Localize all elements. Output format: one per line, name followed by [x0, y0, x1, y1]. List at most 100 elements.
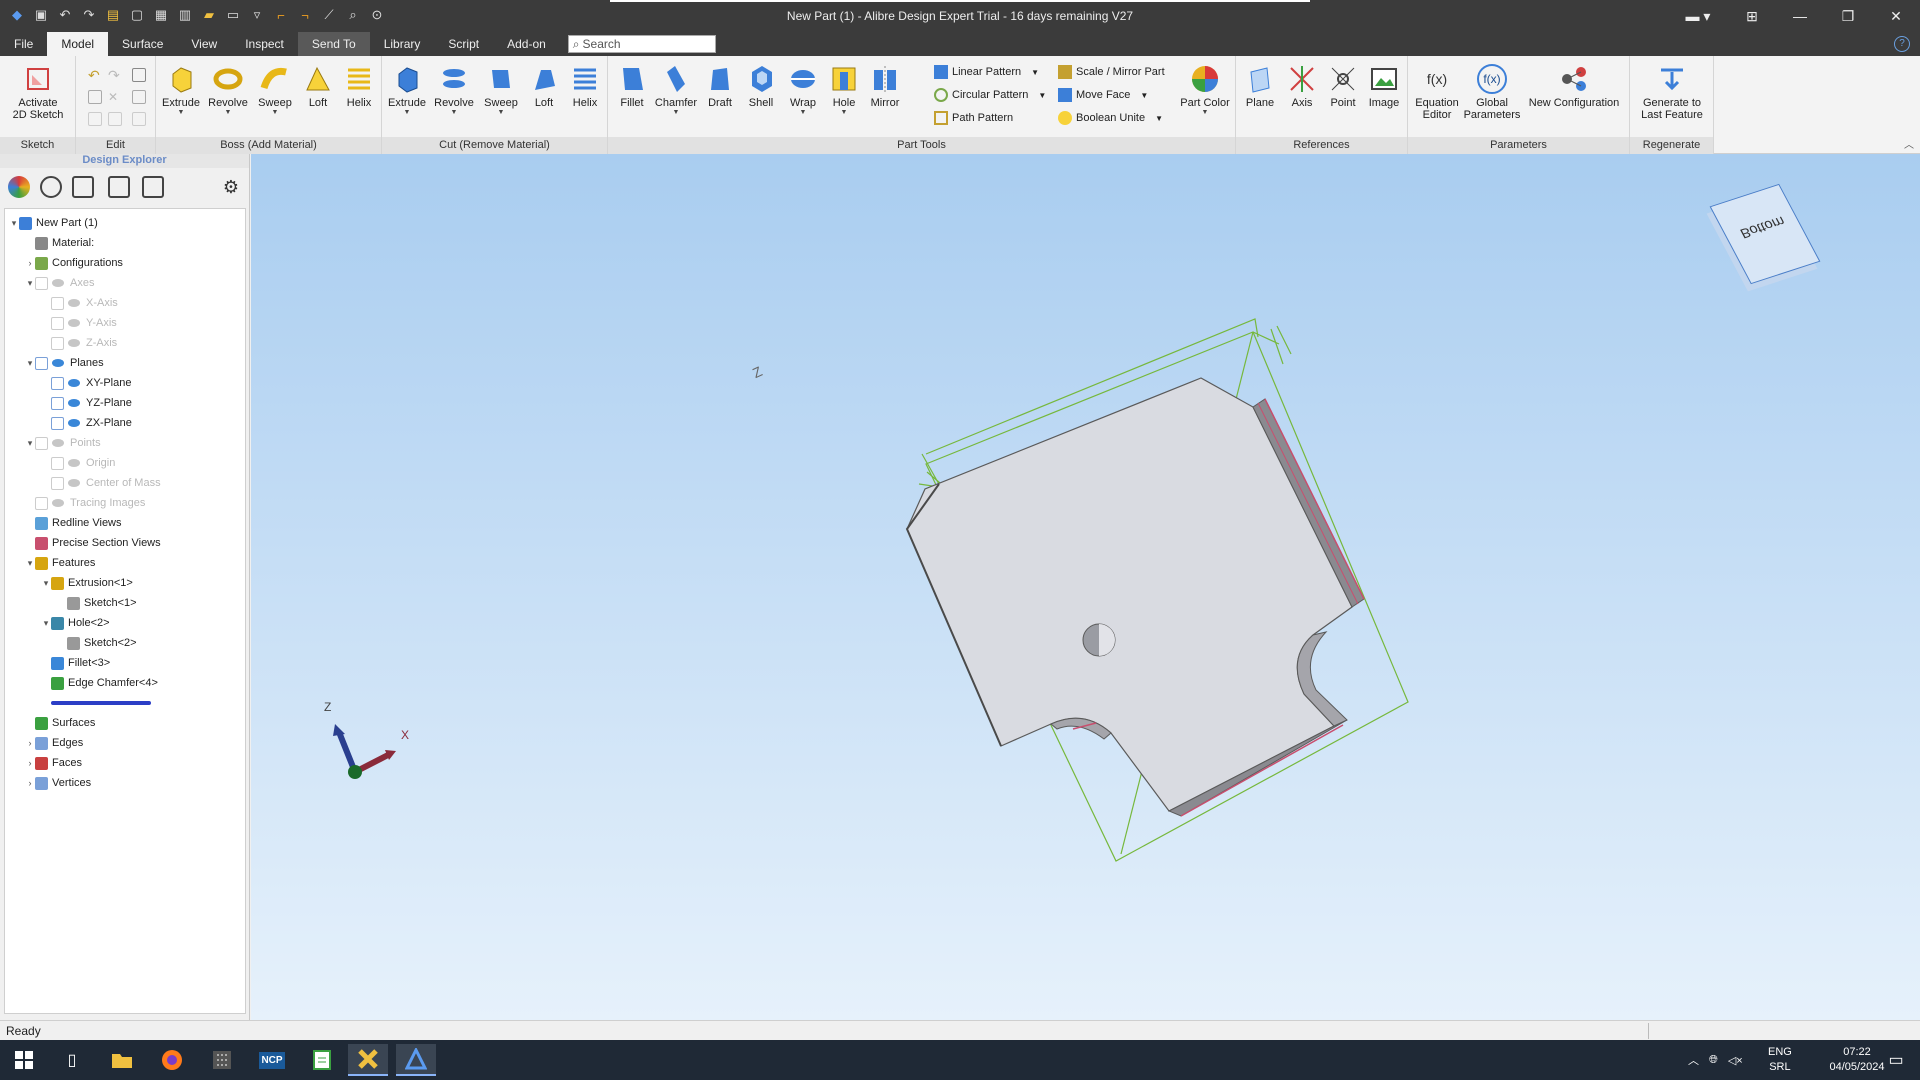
- sketch-corner-icon[interactable]: ¬: [296, 6, 314, 24]
- draft-button[interactable]: Draft: [700, 64, 740, 109]
- network-icon[interactable]: 🌐︎: [1709, 1054, 1718, 1067]
- xnview-icon[interactable]: [348, 1044, 388, 1076]
- boss-loft-button[interactable]: Loft: [298, 64, 338, 109]
- tab-add-on[interactable]: Add-on: [493, 32, 560, 56]
- hole-button[interactable]: Hole ▼: [826, 64, 862, 117]
- delete-icon[interactable]: [132, 68, 146, 82]
- tab-inspect[interactable]: Inspect: [231, 32, 298, 56]
- tab-model[interactable]: Model: [47, 32, 109, 56]
- boss-revolve-button[interactable]: Revolve ▼: [204, 64, 252, 117]
- visibility-eye-icon[interactable]: [52, 359, 64, 367]
- visibility-eye-icon[interactable]: [52, 439, 64, 447]
- expand-toggle-icon[interactable]: ›: [25, 258, 35, 268]
- tree-node[interactable]: ZX-Plane: [41, 413, 132, 433]
- move-face-button[interactable]: Move Face ▼: [1058, 85, 1148, 105]
- close-icon[interactable]: ✕: [1872, 0, 1920, 32]
- settings-gear-icon[interactable]: [40, 176, 62, 198]
- minimize-icon[interactable]: —: [1776, 0, 1824, 32]
- start-icon[interactable]: [4, 1044, 44, 1076]
- tree-node[interactable]: [41, 693, 151, 713]
- gear-icon[interactable]: ⚙: [220, 176, 242, 198]
- visibility-eye-icon[interactable]: [68, 379, 80, 387]
- expand-toggle-icon[interactable]: ›: [25, 778, 35, 788]
- linear-pattern-button[interactable]: Linear Pattern ▼: [934, 62, 1039, 82]
- global-parameters-button[interactable]: f(x) Global Parameters: [1464, 64, 1520, 121]
- measure-icon[interactable]: ⟋: [320, 6, 338, 24]
- expand-toggle-icon[interactable]: ▾: [41, 618, 51, 629]
- calculator-icon[interactable]: [202, 1044, 242, 1076]
- cut-icon[interactable]: ✕: [108, 90, 122, 104]
- restore-icon[interactable]: ❐: [1824, 0, 1872, 32]
- tree-node[interactable]: Y-Axis: [41, 313, 117, 333]
- visibility-eye-icon[interactable]: [68, 459, 80, 467]
- tree-node[interactable]: Tracing Images: [25, 493, 145, 513]
- firefox-icon[interactable]: [152, 1044, 192, 1076]
- search-tool-icon[interactable]: ⌕: [344, 6, 362, 24]
- tree-node[interactable]: Center of Mass: [41, 473, 161, 493]
- tree-node[interactable]: › Edges: [25, 733, 83, 753]
- paste-icon[interactable]: ▥: [176, 6, 194, 24]
- task-view-icon[interactable]: ▯: [52, 1044, 92, 1076]
- tree-node[interactable]: ▾ Features: [25, 553, 95, 573]
- hide-icon[interactable]: [108, 112, 122, 126]
- help-icon[interactable]: ?: [1894, 36, 1910, 52]
- plane-button[interactable]: Plane: [1240, 64, 1280, 109]
- circular-pattern-button[interactable]: Circular Pattern ▼: [934, 85, 1046, 105]
- boss-sweep-button[interactable]: Sweep ▼: [254, 64, 296, 117]
- expand-toggle-icon[interactable]: ▾: [41, 578, 51, 589]
- filter-icon[interactable]: [72, 176, 94, 198]
- open-icon[interactable]: ▤: [104, 6, 122, 24]
- visibility-eye-icon[interactable]: [68, 479, 80, 487]
- tree-node[interactable]: Fillet<3>: [41, 653, 110, 673]
- tree-node[interactable]: ▾ Hole<2>: [41, 613, 110, 633]
- boss-helix-button[interactable]: Helix: [340, 64, 378, 109]
- tab-send-to[interactable]: Send To: [297, 32, 370, 56]
- new-configuration-button[interactable]: New Configuration: [1522, 64, 1626, 109]
- clock[interactable]: 07:22 04/05/2024: [1826, 1040, 1888, 1080]
- select-icon[interactable]: [88, 112, 102, 126]
- axis-button[interactable]: Axis: [1282, 64, 1322, 109]
- tree-node[interactable]: X-Axis: [41, 293, 118, 313]
- visibility-eye-icon[interactable]: [52, 499, 64, 507]
- path-pattern-button[interactable]: Path Pattern: [934, 108, 1013, 128]
- copy-icon[interactable]: ▦: [152, 6, 170, 24]
- tree-node[interactable]: XY-Plane: [41, 373, 131, 393]
- expand-toggle-icon[interactable]: ▾: [9, 218, 19, 229]
- sketch-line-icon[interactable]: ⌐: [272, 6, 290, 24]
- cut-helix-button[interactable]: Helix: [566, 64, 604, 109]
- window-dropdown-icon[interactable]: ▿: [248, 6, 266, 24]
- zoom-icon[interactable]: ⊙: [368, 6, 386, 24]
- appearance-icon[interactable]: [8, 176, 30, 198]
- cut-loft-button[interactable]: Loft: [524, 64, 564, 109]
- point-button[interactable]: Point: [1324, 64, 1362, 109]
- tree-node[interactable]: Origin: [41, 453, 115, 473]
- expand-toggle-icon[interactable]: ▾: [25, 358, 35, 369]
- expand-toggle-icon[interactable]: ▾: [25, 278, 35, 289]
- wrap-button[interactable]: Wrap ▼: [782, 64, 824, 117]
- visibility-eye-icon[interactable]: [68, 419, 80, 427]
- tab-file[interactable]: File: [0, 32, 47, 56]
- file-explorer-icon[interactable]: [102, 1044, 142, 1076]
- ncp-icon[interactable]: NCP: [252, 1044, 292, 1076]
- 3d-viewport[interactable]: Z X Z Bottom: [251, 154, 1920, 1020]
- chevron-up-icon[interactable]: ︿: [1688, 1052, 1699, 1068]
- collapse-ribbon-icon[interactable]: ︿: [1904, 136, 1914, 151]
- properties-icon[interactable]: [132, 112, 146, 126]
- tree-node[interactable]: › Vertices: [25, 773, 91, 793]
- redo-icon[interactable]: ↷: [80, 6, 98, 24]
- undo-icon[interactable]: ↶: [56, 6, 74, 24]
- tree-node[interactable]: Precise Section Views: [25, 533, 161, 553]
- tree-node[interactable]: YZ-Plane: [41, 393, 132, 413]
- spreadsheet-icon[interactable]: [302, 1044, 342, 1076]
- tree-node[interactable]: ▾ New Part (1): [9, 213, 98, 233]
- expand-toggle-icon[interactable]: ›: [25, 738, 35, 748]
- boolean-unite-button[interactable]: Boolean Unite ▼: [1058, 108, 1163, 128]
- tree-node[interactable]: ▾ Planes: [25, 353, 104, 373]
- undo-icon[interactable]: ↶: [88, 68, 102, 82]
- tree-node[interactable]: Material:: [25, 233, 94, 253]
- alibre-icon[interactable]: [396, 1044, 436, 1076]
- mirror-button[interactable]: Mirror: [864, 64, 906, 109]
- tree-node[interactable]: Surfaces: [25, 713, 95, 733]
- visibility-eye-icon[interactable]: [68, 399, 80, 407]
- volume-mute-icon[interactable]: ◁×: [1728, 1054, 1743, 1067]
